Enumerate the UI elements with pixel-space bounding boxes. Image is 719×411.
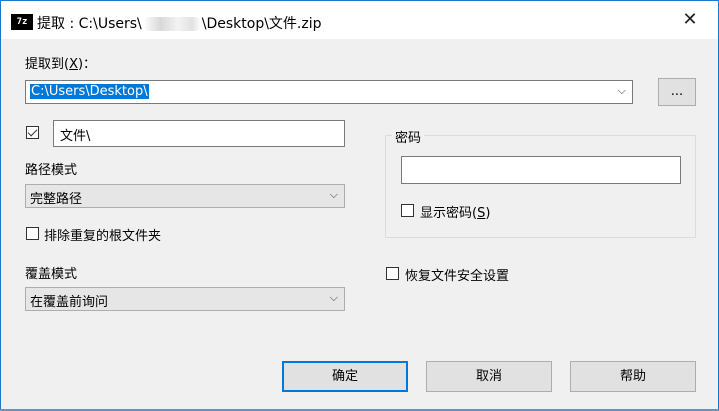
extract-to-label: 提取到(X)： [25, 57, 97, 72]
title-bar[interactable]: 7z 提取 : C:\Users\ \Desktop\文件.zip ✕ [1, 1, 718, 39]
password-group-label: 密码 [392, 127, 425, 146]
extract-path-value[interactable]: C:\Users\Desktop\ [30, 84, 149, 99]
close-button[interactable]: ✕ [673, 7, 707, 33]
help-button[interactable]: 帮助 [570, 361, 696, 392]
subfolder-name-field[interactable]: 文件\ [53, 120, 345, 147]
show-password-label[interactable]: 显示密码(S) [420, 202, 490, 221]
ok-button[interactable]: 确定 [282, 361, 408, 392]
path-mode-select[interactable]: 完整路径 ⌵ [25, 184, 345, 208]
show-password-checkbox[interactable] [401, 204, 414, 217]
restore-security-label[interactable]: 恢复文件安全设置 [405, 265, 509, 284]
extract-path-combobox[interactable]: C:\Users\Desktop\ ⌵ [25, 80, 633, 104]
exclude-root-label[interactable]: 排除重复的根文件夹 [44, 225, 161, 244]
overwrite-mode-label: 覆盖模式 [25, 267, 78, 282]
browse-button[interactable]: ... [658, 78, 696, 106]
chevron-down-icon: ⌵ [329, 188, 338, 201]
redacted-username [142, 17, 201, 31]
close-icon: ✕ [682, 9, 698, 30]
password-groupbox [385, 135, 696, 238]
overwrite-mode-select[interactable]: 在覆盖前询问 ⌵ [25, 287, 345, 311]
restore-security-checkbox[interactable] [386, 267, 399, 280]
chevron-down-icon: ⌵ [329, 291, 338, 304]
path-mode-label: 路径模式 [25, 163, 78, 178]
window-title: 提取 : C:\Users\ \Desktop\文件.zip [37, 16, 322, 32]
exclude-root-checkbox[interactable] [26, 227, 39, 240]
subfolder-checkbox[interactable] [26, 126, 39, 139]
password-input[interactable] [401, 156, 681, 184]
7zip-app-icon: 7z [11, 14, 33, 30]
chevron-down-icon[interactable]: ⌵ [618, 84, 626, 98]
subfolder-name-value: 文件\ [60, 129, 91, 144]
path-mode-value: 完整路径 [30, 192, 83, 207]
overwrite-mode-value: 在覆盖前询问 [30, 295, 109, 310]
extract-dialog: 7z 提取 : C:\Users\ \Desktop\文件.zip ✕ 提取到(X… [0, 0, 719, 411]
cancel-button[interactable]: 取消 [426, 361, 552, 392]
